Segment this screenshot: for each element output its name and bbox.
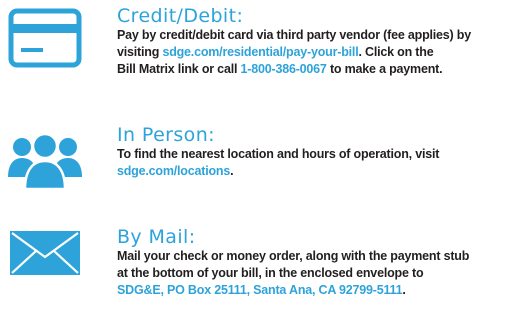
envelope-icon [8,229,82,282]
by-mail-section: By Mail: Mail your check or money order,… [0,220,531,317]
phone-number-link[interactable]: 1-800-386-0067 [241,62,327,76]
credit-debit-pre-link: visiting [117,45,163,59]
credit-debit-post-link: . Click on the [358,45,434,59]
mailing-address: SDG&E, PO Box 25111, Santa Ana, CA 92799… [117,283,403,297]
credit-debit-line1: Pay by credit/debit card via third party… [117,28,471,42]
by-mail-heading: By Mail: [117,226,196,248]
in-person-heading: In Person: [117,124,215,146]
by-mail-description: Mail your check or money order, along wi… [117,247,529,299]
locations-link[interactable]: sdge.com/locations [117,164,230,178]
credit-card-icon [8,8,82,73]
credit-debit-heading: Credit/Debit: [117,5,244,27]
by-mail-line2: at the bottom of your bill, in the enclo… [117,266,424,280]
credit-debit-line3-post: to make a payment. [326,62,443,76]
in-person-line1: To find the nearest location and hours o… [117,147,440,161]
in-person-post-link: . [230,164,234,178]
credit-debit-line3-pre: Bill Matrix link or call [117,62,241,76]
credit-debit-section: Credit/Debit: Pay by credit/debit card v… [0,0,531,90]
pay-your-bill-link[interactable]: sdge.com/residential/pay-your-bill [162,45,358,59]
in-person-description: To find the nearest location and hours o… [117,145,529,180]
by-mail-post-address: . [402,283,406,297]
in-person-section: In Person: To find the nearest location … [0,120,531,200]
credit-debit-description: Pay by credit/debit card via third party… [117,26,529,78]
by-mail-line1: Mail your check or money order, along wi… [117,249,470,263]
people-icon [8,131,82,194]
